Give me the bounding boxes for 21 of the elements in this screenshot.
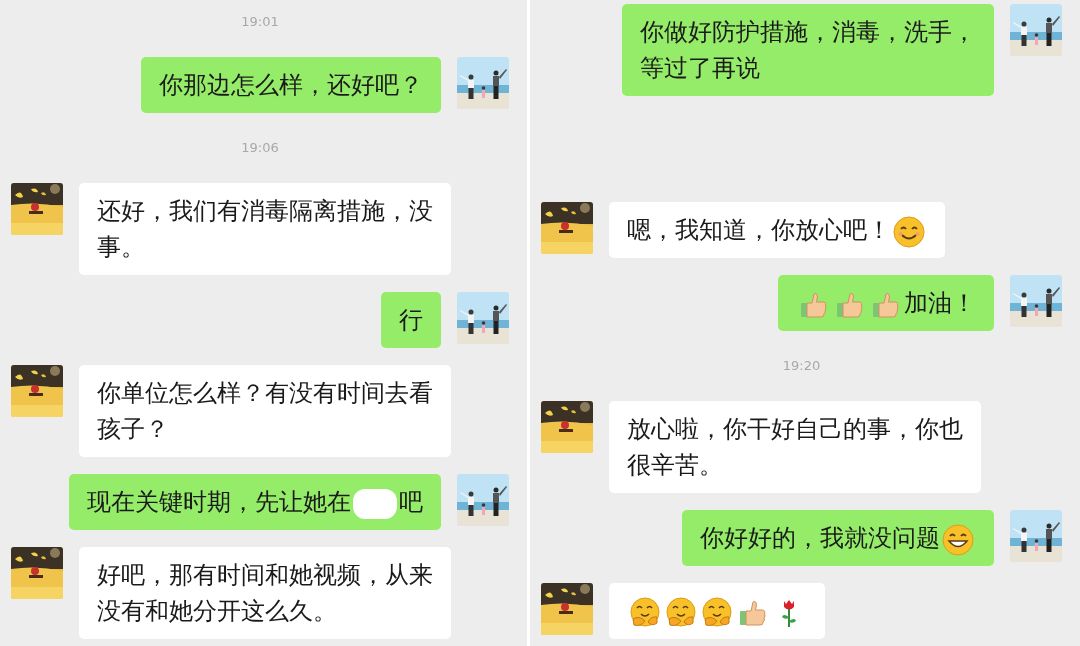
hugging-face-icon xyxy=(665,596,697,629)
timestamp: 19:01 xyxy=(241,13,279,31)
hugging-face-icon xyxy=(701,596,733,629)
message-text: 现在关键时期，先让她在 xyxy=(87,488,351,516)
message-text: 行 xyxy=(399,306,423,334)
message-text: 嗯，我知道，你放心吧！ xyxy=(627,216,891,244)
message-text: 你单位怎么样？有没有时间去看孩子？ xyxy=(97,379,433,443)
redaction-blot xyxy=(353,488,397,519)
message-text: 你好好的，我就没问题 xyxy=(700,524,940,552)
message-text: 你做好防护措施，消毒，洗手，等过了再说 xyxy=(640,18,976,82)
message-text: 放心啦，你干好自己的事，你也很辛苦。 xyxy=(627,415,963,479)
smiling-face-icon xyxy=(893,215,925,248)
message-text: 还好，我们有消毒隔离措施，没事。 xyxy=(97,197,433,261)
message-text: 好吧，那有时间和她视频，从来没有和她分开这么久。 xyxy=(97,561,433,625)
message-text: 加油！ xyxy=(904,289,976,317)
message-text: 你那边怎么样，还好吧？ xyxy=(159,71,423,99)
timestamp: 19:20 xyxy=(782,357,821,375)
message-text: 吧 xyxy=(399,488,423,516)
grinning-face-icon xyxy=(942,523,974,556)
hugging-face-icon xyxy=(629,596,661,629)
timestamp: 19:06 xyxy=(241,139,279,157)
